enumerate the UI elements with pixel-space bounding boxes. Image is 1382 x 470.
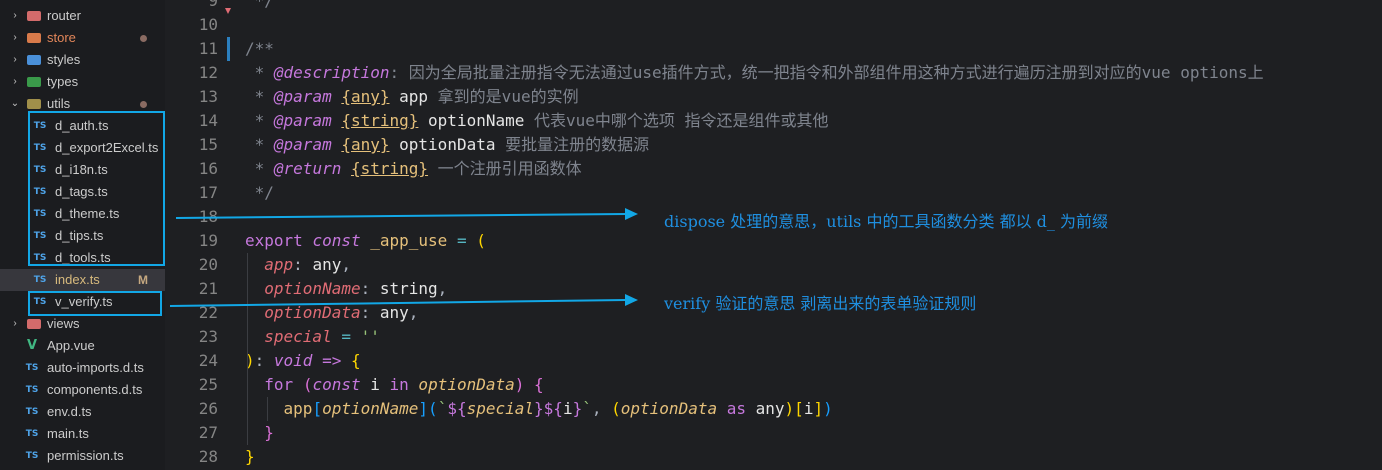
dispose-annotation: dispose 处理的意思，utils 中的工具函数分类 都以 d_ 为前缀 bbox=[664, 212, 1108, 231]
dispose-arrowhead bbox=[625, 208, 638, 220]
verify-arrow-line bbox=[169, 299, 627, 307]
annotation-arrows bbox=[169, 208, 638, 307]
dispose-arrow-line bbox=[175, 213, 627, 219]
verify-annotation: verify 验证的意思 剥离出来的表单验证规则 bbox=[664, 294, 977, 313]
verify-arrowhead bbox=[625, 294, 638, 306]
